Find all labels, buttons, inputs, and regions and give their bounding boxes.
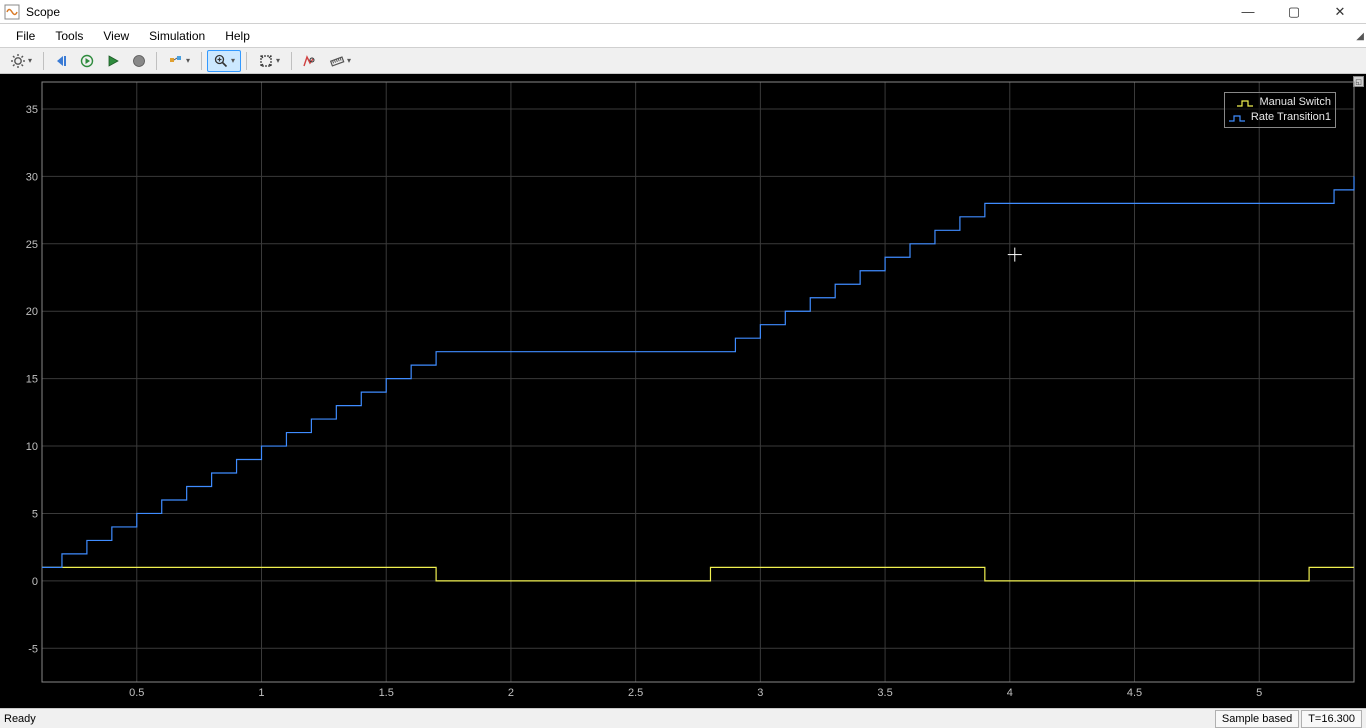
svg-text:0: 0 (32, 576, 38, 588)
status-time: T=16.300 (1301, 710, 1362, 728)
step-forward-button[interactable] (75, 50, 99, 72)
svg-text:0.5: 0.5 (129, 687, 144, 699)
triggers-button[interactable] (162, 50, 196, 72)
svg-text:5: 5 (32, 508, 38, 520)
toolbar-separator (156, 52, 157, 70)
plot-area[interactable]: ◱ 0.511.522.533.544.55-505101520253035 M… (0, 74, 1366, 708)
app-icon (4, 4, 20, 20)
window-controls: — ▢ ✕ (1234, 4, 1362, 20)
toolbar-separator (246, 52, 247, 70)
run-button[interactable] (101, 50, 125, 72)
legend-label: Rate Transition1 (1251, 110, 1331, 125)
toolbar-separator (201, 52, 202, 70)
svg-text:25: 25 (26, 239, 38, 251)
stop-button[interactable] (127, 50, 151, 72)
svg-text:35: 35 (26, 104, 38, 116)
svg-text:3: 3 (757, 687, 763, 699)
legend-item[interactable]: Rate Transition1 (1229, 110, 1331, 125)
menu-overflow-icon[interactable]: ◢ (1356, 24, 1364, 48)
menu-file[interactable]: File (6, 24, 45, 48)
svg-text:20: 20 (26, 306, 38, 318)
status-ready: Ready (4, 713, 1213, 725)
legend-item[interactable]: Manual Switch (1229, 95, 1331, 110)
step-back-button[interactable] (49, 50, 73, 72)
svg-text:1.5: 1.5 (379, 687, 394, 699)
svg-text:2.5: 2.5 (628, 687, 643, 699)
plot-canvas[interactable]: 0.5 1 1.5 2 2.5 3 3.5 4 4.5 5 -5 0 5 10 15 20 25 30 35 (0, 74, 1366, 708)
svg-text:5: 5 (1256, 687, 1262, 699)
menu-tools[interactable]: Tools (45, 24, 93, 48)
maximize-button[interactable]: ▢ (1280, 4, 1308, 20)
zoom-button[interactable] (207, 50, 241, 72)
measurements-button[interactable] (323, 50, 357, 72)
window-title: Scope (26, 5, 1234, 19)
toolbar-separator (43, 52, 44, 70)
autoscale-button[interactable] (252, 50, 286, 72)
toolbar (0, 48, 1366, 74)
titlebar: Scope — ▢ ✕ (0, 0, 1366, 24)
svg-text:10: 10 (26, 441, 38, 453)
svg-text:-5: -5 (28, 643, 38, 655)
minimize-button[interactable]: — (1234, 4, 1262, 20)
toolbar-separator (291, 52, 292, 70)
menu-simulation[interactable]: Simulation (139, 24, 215, 48)
svg-text:4.5: 4.5 (1127, 687, 1142, 699)
svg-text:30: 30 (26, 171, 38, 183)
menubar: File Tools View Simulation Help ◢ (0, 24, 1366, 48)
svg-text:1: 1 (258, 687, 264, 699)
menu-help[interactable]: Help (215, 24, 260, 48)
legend-label: Manual Switch (1259, 95, 1331, 110)
menu-view[interactable]: View (93, 24, 139, 48)
svg-text:2: 2 (508, 687, 514, 699)
configure-button[interactable] (4, 50, 38, 72)
statusbar: Ready Sample based T=16.300 (0, 708, 1366, 728)
svg-text:4: 4 (1007, 687, 1013, 699)
cursor-measure-button[interactable] (297, 50, 321, 72)
svg-text:3.5: 3.5 (877, 687, 892, 699)
svg-text:15: 15 (26, 374, 38, 386)
status-mode: Sample based (1215, 710, 1299, 728)
close-button[interactable]: ✕ (1326, 4, 1354, 20)
legend[interactable]: Manual Switch Rate Transition1 (1224, 92, 1336, 128)
